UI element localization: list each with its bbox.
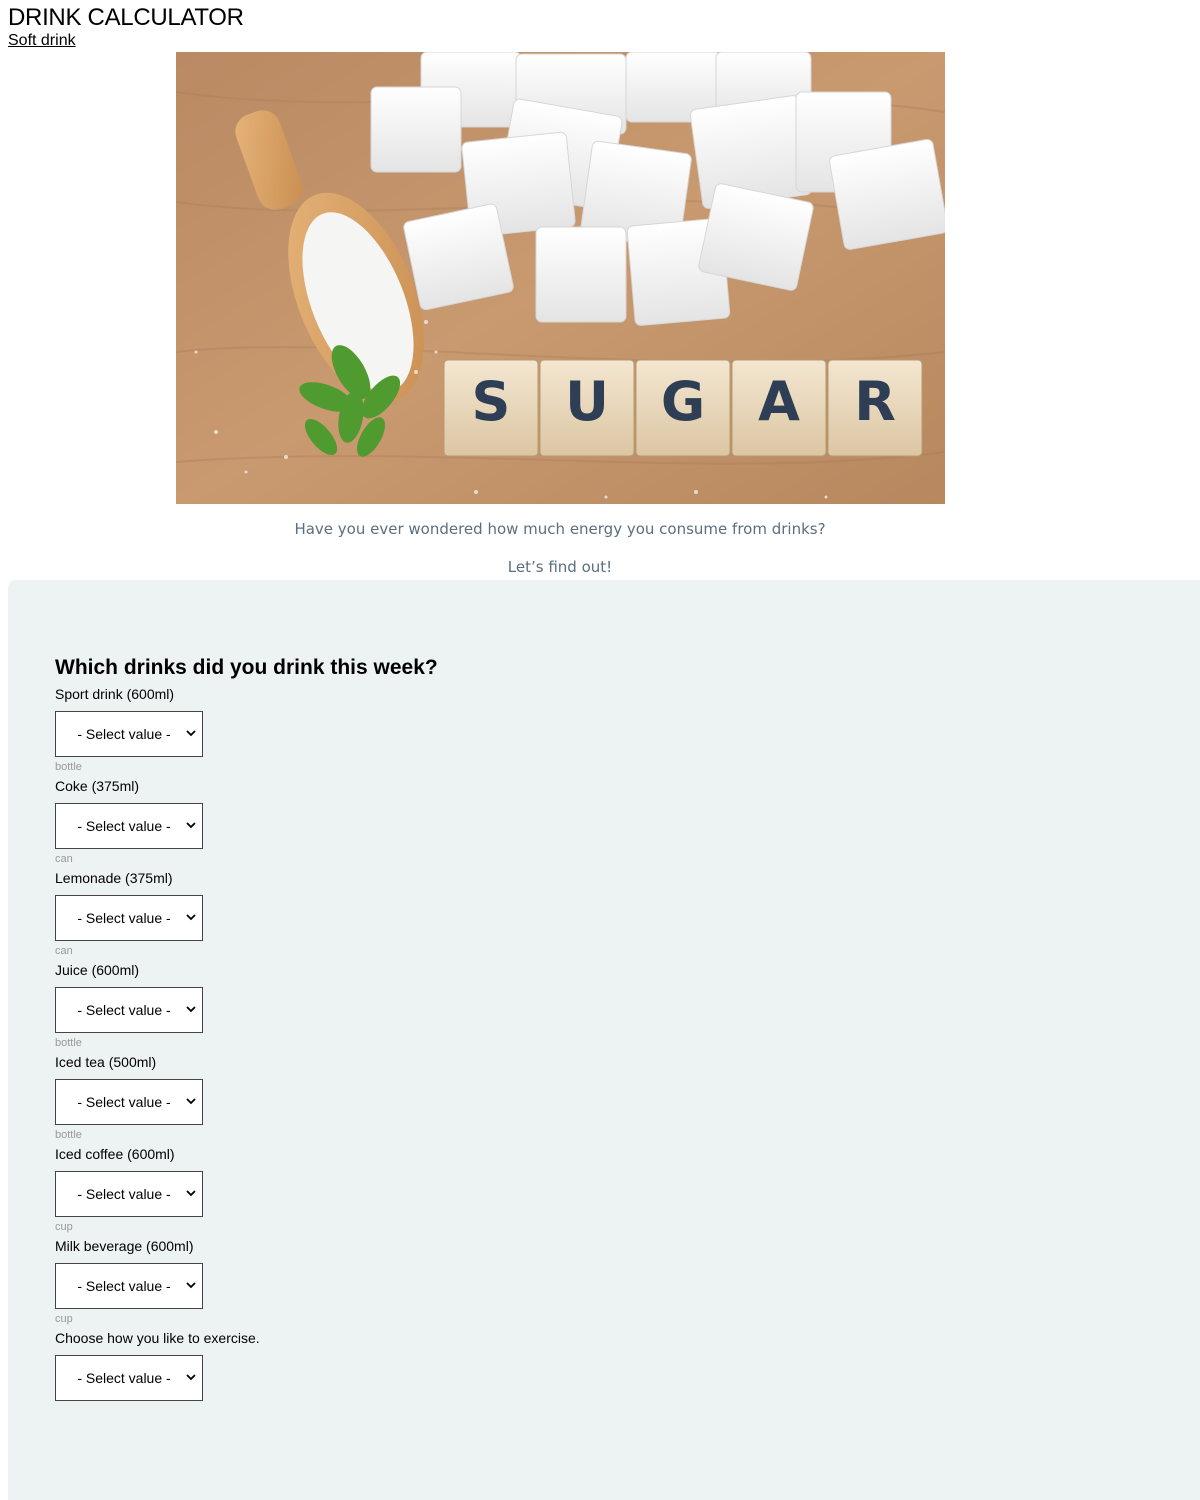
field-label: Juice (600ml) [55,962,140,978]
unit-label: bottle [55,1037,82,1049]
chevron-down-icon [186,1374,196,1381]
select-value: - Select value - [77,1370,171,1386]
drink-field: Milk beverage (600ml) - Select value - cup [55,1238,355,1326]
drink-field: Sport drink (600ml) - Select value - bottl… [55,686,355,774]
field-label: Coke (375ml) [55,778,140,794]
unit-label: bottle [55,1129,82,1141]
field-label: Milk beverage (600ml) [55,1238,194,1254]
chevron-down-icon [186,730,196,737]
field-label: Sport drink (600ml) [55,686,175,702]
intro-cta: Let’s find out! [507,558,613,576]
select-dropdown[interactable]: - Select value - [55,1355,203,1401]
site-title: DRINK CALCULATOR [8,4,244,31]
sugar-tile-letter: G [661,370,705,433]
chevron-down-icon [186,1282,196,1289]
sugar-tile-letter: A [758,370,800,433]
drink-field: Iced coffee (600ml) - Select value - cup [55,1146,355,1234]
nav-link-soft-drink[interactable]: Soft drink [8,32,76,50]
drink-field: Choose how you like to exercise. - Select… [55,1330,355,1401]
drink-field: Iced tea (500ml) - Select value - bottle [55,1054,355,1142]
field-label: Lemonade (375ml) [55,870,173,886]
drink-field: Juice (600ml) - Select value - bottle [55,962,355,1050]
select-dropdown[interactable]: - Select value - [55,1263,203,1309]
select-value: - Select value - [77,1278,171,1294]
select-dropdown[interactable]: - Select value - [55,711,203,757]
unit-label: cup [55,1221,73,1233]
select-value: - Select value - [77,910,171,926]
select-value: - Select value - [77,1002,171,1018]
field-label: Iced coffee (600ml) [55,1146,175,1162]
unit-label: cup [55,1313,73,1325]
field-label: Iced tea (500ml) [55,1054,157,1070]
select-dropdown[interactable]: - Select value - [55,1171,203,1217]
chevron-down-icon [186,1190,196,1197]
chevron-down-icon [186,1098,196,1105]
sugar-tiles: SUGAR [443,359,923,457]
site-header: DRINK CALCULATOR Soft drink [8,4,244,50]
select-dropdown[interactable]: - Select value - [55,1079,203,1125]
drink-field: Coke (375ml) - Select value - can [55,778,355,866]
unit-label: can [55,945,73,957]
chevron-down-icon [186,822,196,829]
select-dropdown[interactable]: - Select value - [55,987,203,1033]
unit-label: bottle [55,761,82,773]
select-value: - Select value - [77,818,171,834]
sugar-tile-letter: R [854,370,896,433]
hero-image-sugar: SUGAR [176,52,945,504]
select-dropdown[interactable]: - Select value - [55,803,203,849]
drink-field: Lemonade (375ml) - Select value - can [55,870,355,958]
chevron-down-icon [186,914,196,921]
chevron-down-icon [186,1006,196,1013]
unit-label: can [55,853,73,865]
select-dropdown[interactable]: - Select value - [55,895,203,941]
field-label: Choose how you like to exercise. [55,1330,260,1346]
select-value: - Select value - [77,1094,171,1110]
intro-question: Have you ever wondered how much energy y… [294,520,826,538]
select-value: - Select value - [77,726,171,742]
sugar-tile-letter: U [565,370,609,433]
select-value: - Select value - [77,1186,171,1202]
form-title: Which drinks did you drink this week? [55,656,438,679]
sugar-tile-letter: S [472,370,511,433]
